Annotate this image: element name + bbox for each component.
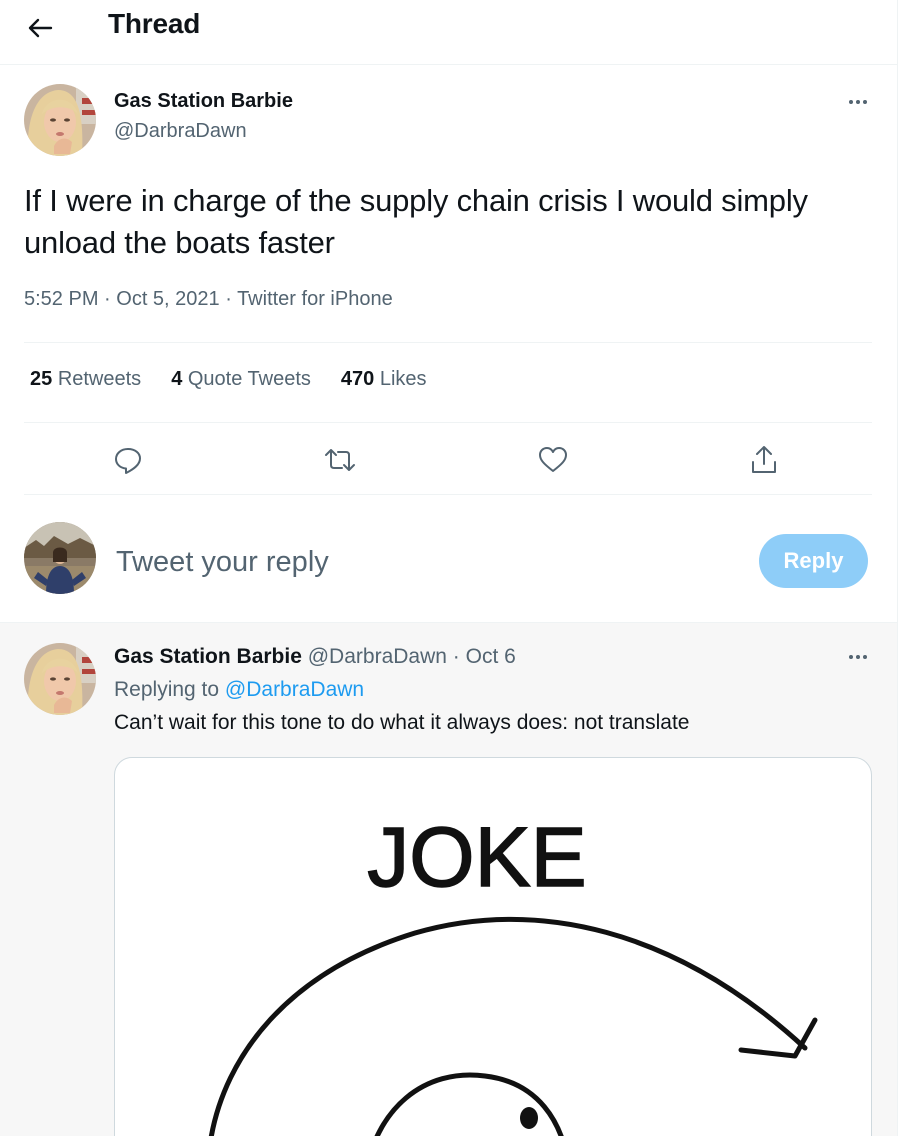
reply-more-options-button[interactable] (843, 647, 873, 667)
reply-input[interactable] (116, 540, 716, 584)
reply-author-name[interactable]: Gas Station Barbie (114, 645, 302, 668)
reply-button[interactable]: Reply (759, 534, 868, 588)
joke-label: JOKE (367, 810, 586, 904)
retweets-label: Retweets (57, 368, 142, 390)
divider (24, 494, 872, 495)
tweet-timestamp[interactable]: 5:52 PM · Oct 5, 2021 · Twitter for iPho… (24, 288, 393, 311)
more-icon (849, 655, 853, 659)
likes-stat[interactable]: 470 Likes (341, 368, 427, 391)
retweets-stat[interactable]: 25 Retweets (30, 368, 141, 391)
likes-count: 470 (340, 368, 375, 390)
joke-drawing: JOKE (208, 809, 818, 1136)
quotes-label: Quote Tweets (187, 368, 311, 390)
reply-icon (115, 448, 141, 474)
reply-author-avatar[interactable] (24, 643, 96, 715)
arrow-left-icon (28, 18, 53, 38)
retweets-count: 25 (30, 368, 53, 390)
top-bar: Thread (0, 0, 897, 65)
reply-text: Can’t wait for this tone to do what it a… (114, 711, 690, 734)
quotes-count: 4 (171, 368, 183, 390)
reply-author-handle[interactable]: @DarbraDawn (308, 645, 447, 668)
author-handle[interactable]: @DarbraDawn (114, 120, 247, 143)
media-image[interactable]: JOKE (114, 757, 872, 1136)
replying-to: Replying to @DarbraDawn (114, 678, 364, 702)
more-options-button[interactable] (843, 92, 873, 112)
current-user-avatar[interactable] (24, 522, 96, 594)
page-title: Thread (108, 8, 201, 39)
likes-label: Likes (379, 368, 427, 390)
like-action-button[interactable] (533, 440, 573, 480)
separator-dot: · (452, 645, 460, 668)
replying-prefix: Replying to (114, 678, 220, 701)
thread-page: Thread Gas Station Barbie @DarbraDawn If… (0, 0, 898, 1136)
reply-action-button[interactable] (108, 440, 148, 480)
reply-tweet[interactable]: Gas Station Barbie @DarbraDawn · Oct 6 R… (0, 622, 897, 1136)
retweet-icon (325, 449, 355, 471)
share-action-button[interactable] (744, 440, 784, 480)
back-button[interactable] (22, 10, 58, 46)
like-icon (539, 447, 567, 472)
divider (24, 422, 872, 423)
reply-date[interactable]: Oct 6 (466, 645, 516, 668)
quote-tweets-stat[interactable]: 4 Quote Tweets (171, 368, 311, 391)
divider (24, 342, 872, 343)
tweet-text: If I were in charge of the supply chain … (24, 183, 808, 260)
more-icon (849, 100, 853, 104)
share-icon (752, 446, 776, 473)
replying-to-link[interactable]: @DarbraDawn (225, 678, 364, 701)
author-avatar[interactable] (24, 84, 96, 156)
author-name[interactable]: Gas Station Barbie (114, 90, 293, 113)
retweet-action-button[interactable] (320, 440, 360, 480)
reply-header: Gas Station Barbie @DarbraDawn · Oct 6 (114, 645, 516, 669)
tweet-stats: 25 Retweets 4 Quote Tweets 470 Likes (30, 368, 427, 391)
